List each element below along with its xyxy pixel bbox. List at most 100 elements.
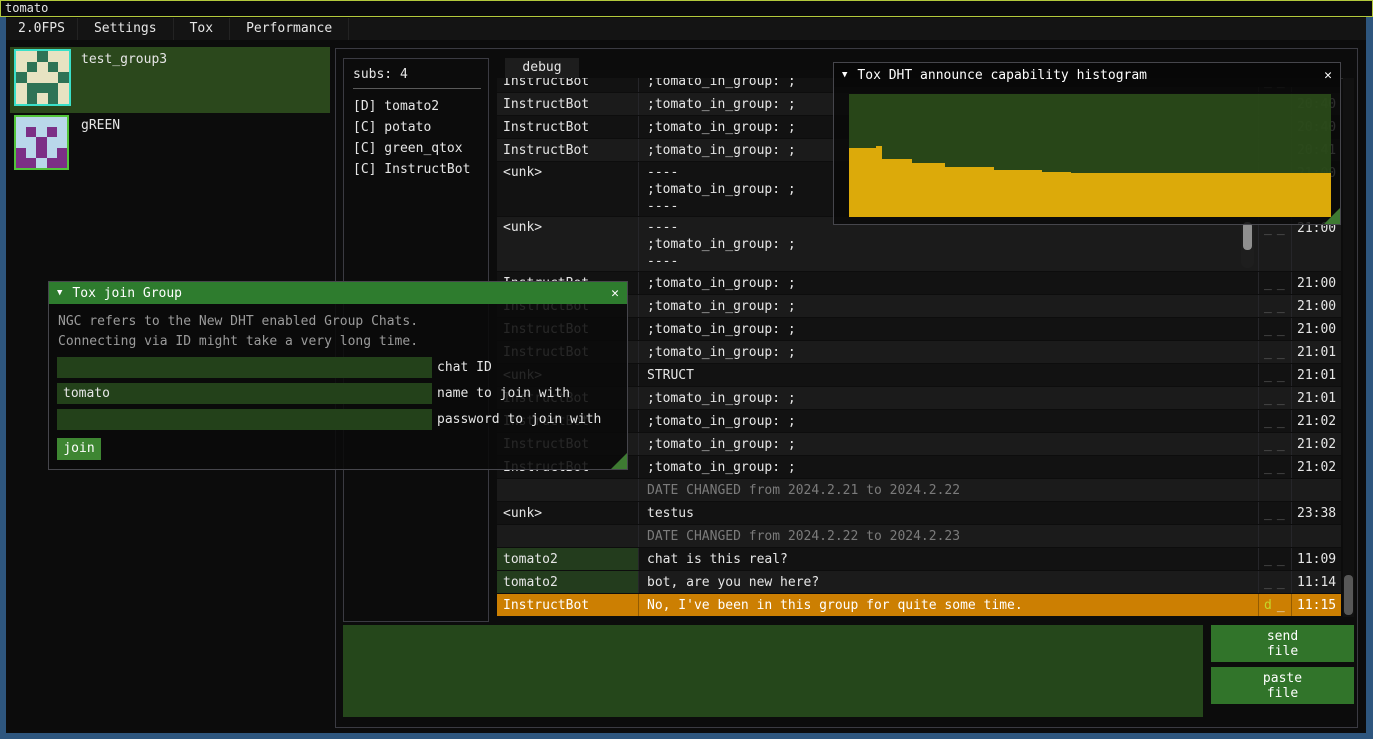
indicator-mark: _ <box>1264 458 1272 478</box>
indicator-mark: _ <box>1277 274 1285 294</box>
message-text: bot, are you new here? <box>639 571 1259 593</box>
menu-item-settings[interactable]: Settings <box>78 18 174 40</box>
avatar-cell <box>27 51 38 62</box>
avatar-cell <box>58 51 69 62</box>
delivery-indicators: __ <box>1259 456 1292 478</box>
message-sender: InstructBot <box>497 139 639 161</box>
message-text: ;tomato_in_group: ; <box>639 387 1259 409</box>
close-icon[interactable]: ✕ <box>1324 68 1332 83</box>
avatar-cell <box>58 83 69 94</box>
paste-file-button[interactable]: paste file <box>1211 667 1354 704</box>
message-sender: InstructBot <box>497 78 639 92</box>
date-changed-row[interactable]: DATE CHANGED from 2024.2.22 to 2024.2.23 <box>497 525 1341 548</box>
message-cell-scrollbar[interactable] <box>1241 220 1254 268</box>
dht-histogram-titlebar[interactable]: ▼ Tox DHT announce capability histogram … <box>834 63 1340 87</box>
avatar-cell <box>36 158 46 168</box>
indicator-mark: _ <box>1277 366 1285 386</box>
avatar-cell <box>48 51 59 62</box>
avatar-cell <box>26 158 36 168</box>
join-password-field[interactable] <box>57 409 432 430</box>
send-file-button[interactable]: send file <box>1211 625 1354 662</box>
message-input[interactable] <box>343 625 1203 717</box>
message-timestamp: 23:38 <box>1292 502 1341 524</box>
join-group-title: Tox join Group <box>72 286 182 301</box>
message-row[interactable]: tomato2chat is this real?__11:09 <box>497 548 1341 571</box>
collapse-arrow-icon[interactable]: ▼ <box>57 288 62 298</box>
avatar-cell <box>47 148 57 158</box>
group-name-green: gREEN <box>81 118 120 133</box>
indicator-mark: _ <box>1277 320 1285 340</box>
indicator-mark: _ <box>1277 504 1285 524</box>
dht-histogram-title: Tox DHT announce capability histogram <box>857 68 1147 83</box>
group-name-test-group3: test_group3 <box>81 52 167 67</box>
avatar-cell <box>16 117 26 127</box>
menu-item-tox[interactable]: Tox <box>174 18 230 40</box>
indicator-mark: _ <box>1264 366 1272 386</box>
join-group-description: NGC refers to the New DHT enabled Group … <box>49 304 627 352</box>
join-name-label: name to join with <box>437 386 570 401</box>
message-timestamp <box>1292 525 1341 547</box>
avatar-cell <box>27 62 38 73</box>
message-text: ;tomato_in_group: ; <box>639 295 1259 317</box>
close-icon[interactable]: ✕ <box>611 286 619 301</box>
message-timestamp: 21:00 <box>1292 272 1341 294</box>
histogram-bar-segment <box>994 170 1042 217</box>
indicator-mark: _ <box>1264 219 1272 271</box>
member-item-instructbot[interactable]: [C] InstructBot <box>353 159 488 180</box>
dht-histogram-window: ▼ Tox DHT announce capability histogram … <box>833 62 1341 225</box>
message-timestamp: 21:01 <box>1292 341 1341 363</box>
tab-debug[interactable]: debug <box>505 58 579 78</box>
join-name-field[interactable] <box>57 383 432 404</box>
message-text: DATE CHANGED from 2024.2.22 to 2024.2.23 <box>639 525 1259 547</box>
date-changed-row[interactable]: DATE CHANGED from 2024.2.21 to 2024.2.22 <box>497 479 1341 502</box>
delivery-indicators: __ <box>1259 364 1292 386</box>
message-text: ;tomato_in_group: ; <box>639 433 1259 455</box>
message-text: STRUCT <box>639 364 1259 386</box>
avatar-cell <box>58 72 69 83</box>
indicator-mark: _ <box>1277 458 1285 478</box>
menu-bar: 2.0FPS Settings Tox Performance <box>6 18 1366 40</box>
indicator-mark: _ <box>1277 389 1285 409</box>
delivery-indicators <box>1259 479 1292 501</box>
avatar-cell <box>36 117 46 127</box>
delivery-indicators: __ <box>1259 217 1292 271</box>
menu-item-performance[interactable]: Performance <box>230 18 349 40</box>
join-group-titlebar[interactable]: ▼ Tox join Group ✕ <box>49 282 627 304</box>
avatar-cell <box>26 148 36 158</box>
avatar-cell <box>47 137 57 147</box>
indicator-mark: _ <box>1277 435 1285 455</box>
group-avatar-test-group3 <box>14 49 71 106</box>
message-timestamp: 21:02 <box>1292 410 1341 432</box>
avatar-cell <box>47 117 57 127</box>
member-item-green-qtox[interactable]: [C] green_qtox <box>353 138 488 159</box>
chat-id-field[interactable] <box>57 357 432 378</box>
chat-scrollbar-thumb[interactable] <box>1344 575 1353 615</box>
avatar-cell <box>16 158 26 168</box>
avatar-cell <box>37 72 48 83</box>
resize-grip[interactable] <box>611 453 627 469</box>
send-file-label-line1: send <box>1267 629 1298 644</box>
avatar-cell <box>26 127 36 137</box>
message-row[interactable]: InstructBotNo, I've been in this group f… <box>497 594 1341 617</box>
indicator-mark: _ <box>1264 297 1272 317</box>
avatar-cell <box>16 62 27 73</box>
delivery-indicators: __ <box>1259 341 1292 363</box>
delivery-indicators: __ <box>1259 272 1292 294</box>
indicator-mark: _ <box>1277 550 1285 570</box>
message-text: ;tomato_in_group: ; <box>639 410 1259 432</box>
resize-grip[interactable] <box>1324 208 1340 224</box>
message-cell-scrollbar-thumb[interactable] <box>1243 222 1252 250</box>
delivery-indicators: __ <box>1259 295 1292 317</box>
chat-scrollbar[interactable] <box>1343 78 1354 617</box>
avatar-cell <box>48 93 59 104</box>
collapse-arrow-icon[interactable]: ▼ <box>842 70 847 80</box>
member-item-tomato2[interactable]: [D] tomato2 <box>353 96 488 117</box>
message-row[interactable]: tomato2bot, are you new here?__11:14 <box>497 571 1341 594</box>
join-password-label: password to join with <box>437 412 601 427</box>
message-row[interactable]: <unk>----;tomato_in_group: ;----__21:00 <box>497 217 1341 272</box>
delivery-indicators: d_ <box>1259 594 1292 616</box>
join-button[interactable]: join <box>57 438 101 460</box>
member-item-potato[interactable]: [C] potato <box>353 117 488 138</box>
message-row[interactable]: <unk>testus__23:38 <box>497 502 1341 525</box>
message-text: ;tomato_in_group: ; <box>639 341 1259 363</box>
